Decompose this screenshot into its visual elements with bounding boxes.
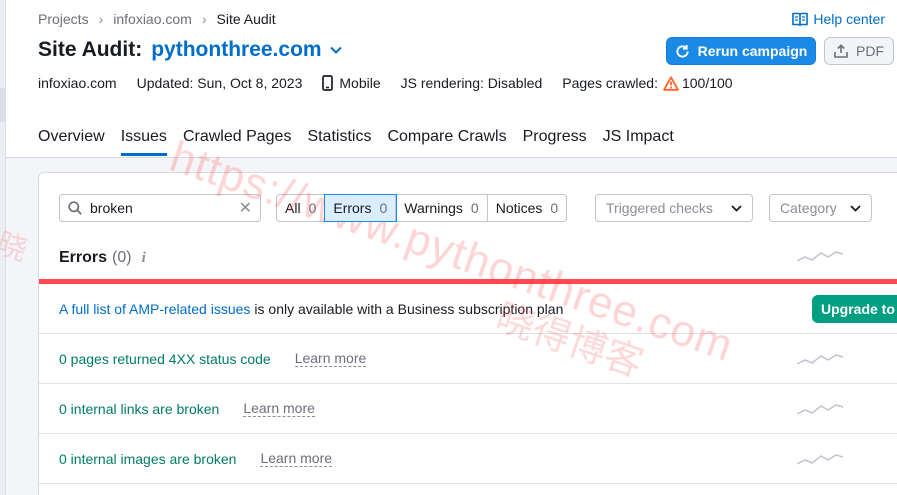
learn-more-link[interactable]: Learn more: [243, 400, 315, 417]
page-header: Projects › infoxiao.com › Site Audit Hel…: [6, 0, 897, 158]
filter-errors[interactable]: Errors 0: [324, 194, 398, 222]
triggered-checks-dropdown[interactable]: Triggered checks: [595, 194, 753, 222]
help-center-label: Help center: [813, 11, 885, 27]
breadcrumb-projects[interactable]: Projects: [38, 11, 89, 27]
issue-4xx-link[interactable]: 0 pages returned 4XX status code: [59, 351, 271, 367]
mobile-icon: [322, 75, 334, 91]
meta-domain: infoxiao.com: [38, 75, 117, 91]
filter-all-label: All: [285, 200, 301, 216]
search-input[interactable]: broken: [90, 200, 239, 216]
project-name: pythonthree.com: [151, 38, 322, 61]
filter-notices[interactable]: Notices 0: [488, 195, 566, 221]
chevron-down-icon: [731, 204, 742, 212]
tab-overview[interactable]: Overview: [38, 128, 105, 155]
chevron-right-icon: ›: [201, 11, 207, 27]
trend-sparkline: [796, 454, 844, 465]
filter-all-count: 0: [308, 200, 317, 216]
meta-pages-crawled-label: Pages crawled:: [562, 75, 658, 91]
learn-more-link[interactable]: Learn more: [260, 450, 333, 467]
search-icon: [68, 201, 82, 215]
severity-filter: All 0 Errors 0 Warnings 0 Notices 0: [276, 194, 568, 222]
category-label: Category: [780, 200, 837, 216]
triggered-checks-label: Triggered checks: [606, 200, 713, 216]
rerun-campaign-button[interactable]: Rerun campaign: [666, 37, 816, 65]
breadcrumb-domain[interactable]: infoxiao.com: [113, 11, 192, 27]
upgrade-button[interactable]: Upgrade to: [812, 295, 897, 323]
filter-warnings-label: Warnings: [404, 200, 463, 216]
issue-row: 0 internal images are broken Learn more: [39, 434, 897, 484]
meta-device-label: Mobile: [339, 75, 381, 91]
help-center-link[interactable]: Help center: [792, 11, 885, 27]
tab-statistics[interactable]: Statistics: [307, 128, 371, 155]
filter-errors-label: Errors: [333, 200, 372, 216]
trend-sparkline: [796, 251, 844, 262]
meta-device: Mobile: [322, 75, 381, 91]
amp-issues-link[interactable]: A full list of AMP-related issues: [59, 301, 250, 317]
issues-card: broken ✕ All 0 Errors 0 Warnings 0 Notices 0…: [38, 172, 897, 495]
learn-more-link[interactable]: Learn more: [294, 350, 367, 367]
issue-broken-links-link[interactable]: 0 internal links are broken: [59, 401, 219, 417]
filter-errors-count: 0: [379, 200, 388, 216]
trend-sparkline: [796, 404, 844, 415]
refresh-icon: [676, 44, 689, 58]
errors-title: Errors: [59, 249, 108, 266]
audit-meta: infoxiao.com Updated: Sun, Oct 8, 2023 M…: [38, 75, 733, 91]
category-dropdown[interactable]: Category: [769, 194, 872, 222]
filter-notices-label: Notices: [495, 200, 543, 216]
chevron-down-icon: [850, 204, 861, 212]
amp-upsell-row: A full list of AMP-related issues is onl…: [39, 284, 897, 334]
amp-upsell-text: is only available with a Business subscr…: [254, 300, 564, 317]
filter-warnings-count: 0: [470, 200, 479, 216]
book-icon: [792, 12, 809, 26]
chevron-down-icon: [329, 46, 342, 54]
filter-notices-count: 0: [550, 200, 559, 216]
report-tabs: Overview Issues Crawled Pages Statistics…: [38, 128, 690, 156]
rerun-campaign-label: Rerun campaign: [697, 43, 808, 59]
tab-compare-crawls[interactable]: Compare Crawls: [387, 128, 506, 155]
page-title: Site Audit: pythonthree.com: [38, 38, 342, 62]
page-title-prefix: Site Audit:: [38, 38, 143, 61]
issues-search[interactable]: broken ✕: [59, 194, 261, 222]
clear-search-icon[interactable]: ✕: [239, 198, 252, 218]
tab-issues[interactable]: Issues: [120, 128, 168, 156]
issue-broken-images-link[interactable]: 0 internal images are broken: [59, 451, 236, 467]
tab-progress[interactable]: Progress: [523, 128, 587, 155]
errors-count: (0): [112, 249, 132, 266]
filter-warnings[interactable]: Warnings 0: [396, 195, 488, 221]
pdf-export-label: PDF: [856, 43, 884, 59]
project-selector[interactable]: pythonthree.com: [151, 38, 342, 62]
pdf-export-button[interactable]: PDF: [824, 37, 894, 65]
info-icon[interactable]: i: [142, 250, 146, 267]
tab-crawled-pages[interactable]: Crawled Pages: [183, 128, 292, 155]
errors-section-title: Errors (0) i: [59, 249, 146, 267]
issue-row: 0 pages returned 4XX status code Learn m…: [39, 334, 897, 384]
filter-all[interactable]: All 0: [277, 195, 326, 221]
meta-pages-crawled-value: 100/100: [681, 75, 733, 91]
warning-icon: [663, 75, 679, 91]
breadcrumb-current: Site Audit: [216, 11, 276, 27]
tab-js-impact[interactable]: JS Impact: [603, 128, 674, 155]
meta-pages-crawled: Pages crawled: 100/100: [562, 75, 732, 91]
meta-js-rendering: JS rendering: Disabled: [400, 75, 543, 91]
upload-icon: [834, 44, 848, 58]
chevron-right-icon: ›: [98, 11, 104, 27]
breadcrumb: Projects › infoxiao.com › Site Audit: [38, 11, 276, 27]
trend-sparkline: [796, 354, 844, 365]
issue-row: 0 internal links are broken Learn more: [39, 384, 897, 434]
meta-updated: Updated: Sun, Oct 8, 2023: [136, 75, 303, 91]
